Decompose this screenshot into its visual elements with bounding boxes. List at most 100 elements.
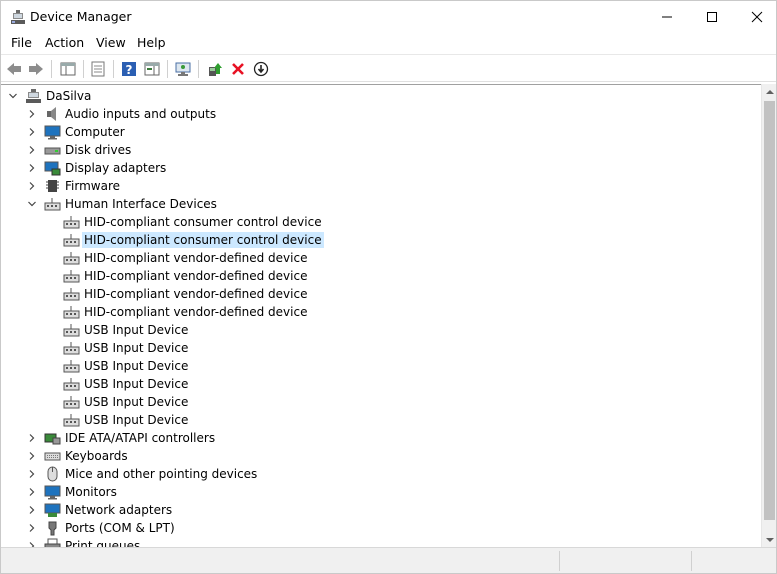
tree-device-item[interactable]: USB Input Device bbox=[1, 357, 761, 375]
tree-category-label: Firmware bbox=[65, 179, 120, 193]
tree-category-ide-controllers[interactable]: IDE ATA/ATAPI controllers bbox=[1, 429, 761, 447]
expand-chevron-icon[interactable] bbox=[26, 504, 38, 516]
expand-chevron-icon[interactable] bbox=[26, 144, 38, 156]
tree-category-mice[interactable]: Mice and other pointing devices bbox=[1, 465, 761, 483]
hid-icon bbox=[44, 198, 61, 211]
toolbar: ? bbox=[1, 54, 776, 82]
tree-category-computer[interactable]: Computer bbox=[1, 123, 761, 141]
tree-category-network-adapters[interactable]: Network adapters bbox=[1, 501, 761, 519]
expand-chevron-icon[interactable] bbox=[26, 468, 38, 480]
toolbar-separator bbox=[51, 60, 52, 78]
scan-hardware-icon bbox=[175, 62, 191, 76]
device-manager-window: Device Manager File Action View Help ? D… bbox=[0, 0, 777, 574]
maximize-icon bbox=[707, 11, 717, 22]
tree-device-item[interactable]: HID-compliant vendor-defined device bbox=[1, 303, 761, 321]
expand-chevron-icon[interactable] bbox=[26, 432, 38, 444]
device-tree[interactable]: DaSilva Audio inputs and outputs Compute… bbox=[1, 84, 761, 547]
ide-controller-icon bbox=[44, 433, 61, 445]
tree-device-item[interactable]: HID-compliant consumer control device bbox=[1, 213, 761, 231]
tree-device-item[interactable]: USB Input Device bbox=[1, 375, 761, 393]
tree-device-item[interactable]: HID-compliant vendor-defined device bbox=[1, 285, 761, 303]
tree-device-item[interactable]: HID-compliant vendor-defined device bbox=[1, 249, 761, 267]
scroll-down-arrow-icon bbox=[765, 537, 774, 542]
status-bar-divider bbox=[559, 551, 560, 571]
tree-category-print-queues[interactable]: Print queues bbox=[1, 537, 761, 547]
tree-category-audio[interactable]: Audio inputs and outputs bbox=[1, 105, 761, 123]
tree-category-human-interface-devices[interactable]: Human Interface Devices bbox=[1, 195, 761, 213]
title-bar[interactable]: Device Manager bbox=[1, 1, 776, 32]
action-pane-icon bbox=[144, 62, 160, 76]
tree-root-label: DaSilva bbox=[46, 89, 92, 103]
toolbar-separator bbox=[113, 60, 114, 78]
back-button[interactable] bbox=[3, 58, 25, 80]
tree-device-item-selected[interactable]: HID-compliant consumer control device bbox=[1, 231, 761, 249]
expand-chevron-icon[interactable] bbox=[26, 486, 38, 498]
menu-view[interactable]: View bbox=[94, 35, 128, 50]
hid-device-icon bbox=[63, 342, 80, 355]
tree-root[interactable]: DaSilva bbox=[1, 87, 761, 105]
scroll-up-button[interactable] bbox=[762, 84, 776, 99]
expand-chevron-icon[interactable] bbox=[26, 126, 38, 138]
show-hide-console-tree-button[interactable] bbox=[57, 58, 79, 80]
minimize-button[interactable] bbox=[644, 1, 690, 32]
tree-category-label: Ports (COM & LPT) bbox=[65, 521, 175, 535]
tree-device-label: HID-compliant vendor-defined device bbox=[84, 251, 308, 265]
expand-chevron-icon[interactable] bbox=[26, 450, 38, 462]
expand-chevron-icon[interactable] bbox=[26, 540, 38, 547]
tree-device-label: HID-compliant consumer control device bbox=[84, 215, 322, 229]
tree-device-label: HID-compliant consumer control device bbox=[82, 232, 324, 248]
tree-category-label: Network adapters bbox=[65, 503, 173, 517]
tree-category-ports[interactable]: Ports (COM & LPT) bbox=[1, 519, 761, 537]
expand-chevron-icon[interactable] bbox=[26, 162, 38, 174]
vertical-scrollbar[interactable] bbox=[761, 84, 776, 547]
tree-category-display-adapters[interactable]: Display adapters bbox=[1, 159, 761, 177]
collapse-chevron-icon[interactable] bbox=[26, 198, 38, 210]
scroll-down-button[interactable] bbox=[762, 532, 776, 547]
menu-action[interactable]: Action bbox=[43, 35, 86, 50]
tree-device-label: USB Input Device bbox=[84, 341, 189, 355]
properties-icon bbox=[91, 61, 105, 77]
close-button[interactable] bbox=[734, 1, 776, 32]
expand-chevron-icon[interactable] bbox=[26, 522, 38, 534]
uninstall-device-button[interactable] bbox=[227, 58, 249, 80]
back-icon bbox=[7, 63, 21, 75]
tree-category-monitors[interactable]: Monitors bbox=[1, 483, 761, 501]
tree-device-item[interactable]: USB Input Device bbox=[1, 411, 761, 429]
tree-category-label: Human Interface Devices bbox=[65, 197, 217, 211]
tree-device-item[interactable]: USB Input Device bbox=[1, 393, 761, 411]
help-icon: ? bbox=[122, 62, 136, 77]
expand-chevron-icon[interactable] bbox=[26, 108, 38, 120]
toolbar-separator bbox=[167, 60, 168, 78]
forward-button[interactable] bbox=[25, 58, 47, 80]
hid-device-icon bbox=[63, 360, 80, 373]
expand-chevron-icon[interactable] bbox=[26, 180, 38, 192]
action-pane-button[interactable] bbox=[141, 58, 163, 80]
uninstall-device-icon bbox=[232, 63, 244, 75]
update-driver-button[interactable] bbox=[204, 58, 226, 80]
disk-drive-icon bbox=[44, 147, 61, 155]
scan-hardware-button[interactable] bbox=[172, 58, 194, 80]
svg-text:?: ? bbox=[126, 63, 133, 77]
tree-device-label: USB Input Device bbox=[84, 323, 189, 337]
tree-category-firmware[interactable]: Firmware bbox=[1, 177, 761, 195]
scrollbar-thumb[interactable] bbox=[764, 101, 775, 520]
help-button[interactable]: ? bbox=[118, 58, 140, 80]
disable-device-icon bbox=[253, 61, 269, 77]
printer-icon bbox=[44, 538, 61, 547]
menu-file[interactable]: File bbox=[9, 35, 34, 50]
menu-help[interactable]: Help bbox=[135, 35, 168, 50]
tree-category-keyboards[interactable]: Keyboards bbox=[1, 447, 761, 465]
maximize-button[interactable] bbox=[689, 1, 735, 32]
tree-device-item[interactable]: HID-compliant vendor-defined device bbox=[1, 267, 761, 285]
disable-device-button[interactable] bbox=[250, 58, 272, 80]
tree-category-disk-drives[interactable]: Disk drives bbox=[1, 141, 761, 159]
tree-device-item[interactable]: USB Input Device bbox=[1, 321, 761, 339]
speaker-icon bbox=[47, 107, 56, 121]
tree-category-label: Disk drives bbox=[65, 143, 132, 157]
tree-device-item[interactable]: USB Input Device bbox=[1, 339, 761, 357]
mouse-icon bbox=[47, 466, 58, 482]
tree-category-label: Monitors bbox=[65, 485, 117, 499]
collapse-chevron-icon[interactable] bbox=[7, 90, 19, 102]
properties-button[interactable] bbox=[87, 58, 109, 80]
hid-device-icon bbox=[63, 396, 80, 409]
